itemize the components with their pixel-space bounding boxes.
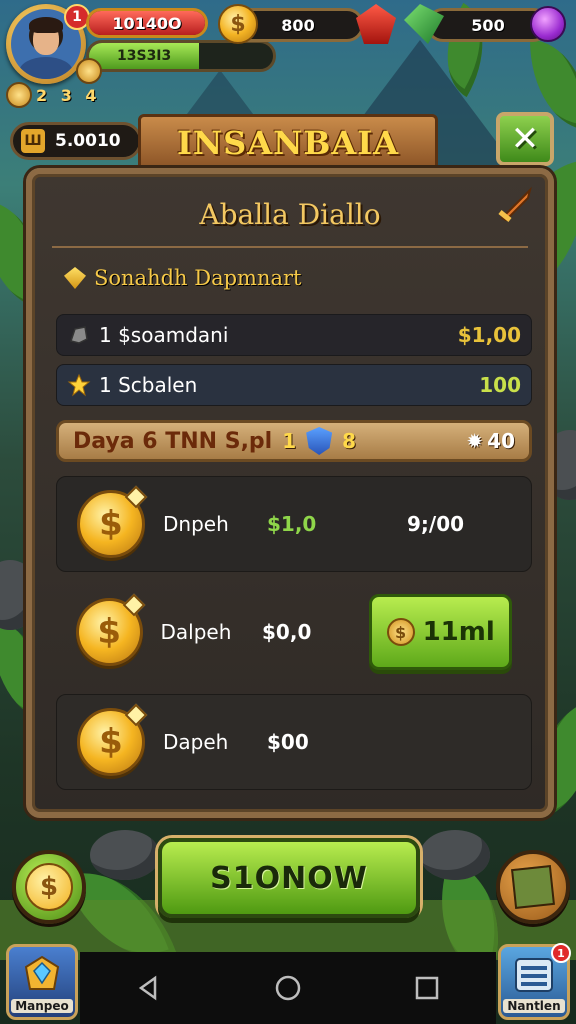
home-icon[interactable] [266, 966, 310, 1010]
stone-icon [70, 326, 88, 344]
section-title: Sonahdh Dapmnart [94, 266, 302, 290]
list-icon [515, 958, 553, 992]
purple-gem-icon[interactable] [530, 6, 566, 42]
buy-button[interactable]: $ 11ml [369, 594, 513, 670]
star-icon [67, 373, 91, 397]
stat-value: 100 [479, 373, 521, 397]
promo-reward-value: 40 [487, 429, 515, 453]
level-text: 2 3 4 [36, 85, 101, 105]
crystal-helmet-icon [24, 955, 60, 990]
main-action-button[interactable]: S1ONOW [158, 838, 420, 918]
coin-icon: $ [218, 4, 258, 44]
panel-title: Aballa Diallo [199, 198, 381, 231]
panel-divider [52, 246, 528, 248]
health-value: 10140O [112, 13, 182, 33]
offer-row[interactable]: $ Dapeh $00 [56, 694, 532, 790]
offer-price: $0,0 [262, 620, 312, 644]
rank-medal-icon [76, 58, 102, 84]
gold-coin-icon: $ [76, 598, 143, 666]
offer-name: Dalpeh [160, 620, 232, 644]
offer-price: $1,0 [267, 512, 317, 536]
manpeo-button[interactable]: Manpeo [6, 944, 78, 1020]
offer-row[interactable]: $ Dnpeh $1,0 9;/00 [56, 476, 532, 572]
xp-value: 13S3I3 [117, 48, 172, 64]
gems-value: 500 [471, 15, 505, 35]
promo-number-2: 8 [342, 429, 357, 453]
sword-icon [498, 186, 532, 222]
nantlen-badge: 1 [551, 943, 571, 963]
dollar-coin-icon: $ [25, 863, 73, 911]
gold-counter[interactable]: Ш 5.0010 [10, 122, 142, 160]
recents-icon[interactable] [405, 966, 449, 1010]
stat-value: $1,00 [457, 323, 521, 347]
coin-shop-button[interactable]: $ [12, 850, 86, 924]
health-bar: 10140O [86, 8, 208, 38]
buy-button-label: 11ml [422, 617, 495, 647]
gold-value: 5.0010 [55, 131, 121, 151]
coin-icon: $ [386, 618, 415, 646]
promo-reward: ✹ 40 [466, 429, 515, 453]
stat-row: 1 $soamdani $1,00 [56, 314, 532, 356]
title-banner: INSANBAIA [138, 114, 438, 172]
gold-coin-icon: $ [77, 708, 145, 776]
promo-number: 1 [282, 429, 297, 453]
close-button[interactable]: ✕ [496, 112, 554, 166]
offer-name: Dnpeh [163, 512, 229, 536]
gear-icon: ✹ [466, 429, 484, 453]
offer-price: $00 [267, 730, 309, 754]
stat-label: 1 Scbalen [99, 373, 198, 397]
system-nav-bar [0, 952, 576, 1024]
nantlen-label: Nantlen [503, 999, 565, 1013]
offer-amount: 9;/00 [407, 512, 465, 536]
map-icon [511, 865, 555, 909]
offer-name: Dapeh [163, 730, 229, 754]
shield-icon [306, 427, 333, 455]
back-icon[interactable] [127, 966, 171, 1010]
nantlen-button[interactable]: 1 Nantlen [498, 943, 571, 1020]
stat-label: 1 $soamdani [99, 323, 229, 347]
stat-row: 1 Scbalen 100 [56, 364, 532, 406]
section-header: Sonahdh Dapmnart [64, 266, 301, 290]
map-button[interactable] [496, 850, 570, 924]
xp-bar: 13S3I3 [86, 40, 276, 72]
manpeo-label: Manpeo [11, 999, 73, 1013]
shop-panel: Aballa Diallo Sonahdh Dapmnart 1 $soamda… [26, 168, 554, 818]
level-coin-icon [6, 82, 32, 108]
gold-bar-icon: Ш [21, 129, 45, 153]
level-indicator: 2 3 4 [6, 82, 101, 108]
promo-text: Daya 6 TNN S,pl [73, 428, 273, 454]
main-action-label: S1ONOW [210, 860, 368, 896]
yellow-gem-icon [64, 267, 86, 289]
offer-row[interactable]: $ Dalpeh $0,0 $ 11ml [56, 584, 532, 680]
banner-title: INSANBAIA [176, 124, 400, 162]
promo-bar[interactable]: Daya 6 TNN S,pl 1 8 ✹ 40 [56, 420, 532, 462]
coins-value: 800 [281, 15, 315, 35]
gold-coin-icon: $ [77, 490, 145, 558]
